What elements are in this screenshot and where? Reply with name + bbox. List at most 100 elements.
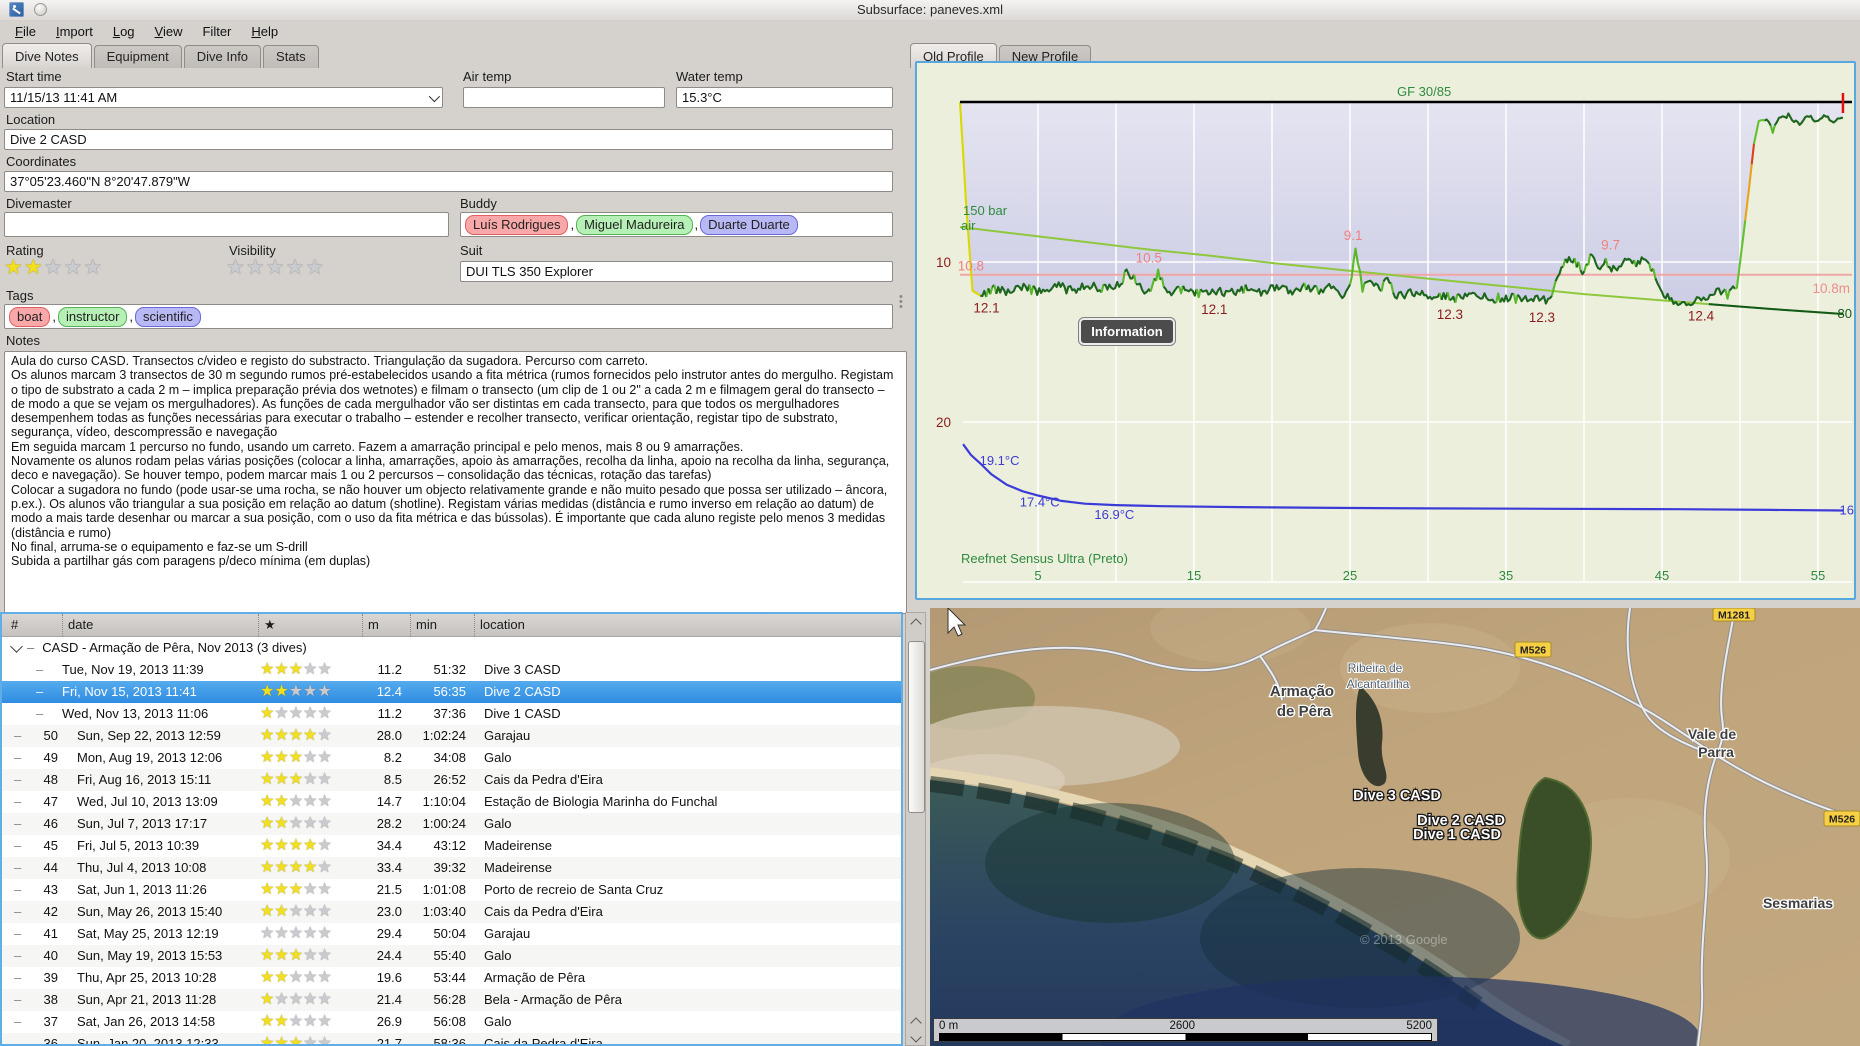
dive-site-map[interactable]: M526 M1281 M526 Armação de Pêra Vale de … (930, 608, 1860, 1046)
pill-boat: boat (9, 306, 51, 327)
depth-annotation: 10.8 (958, 258, 984, 273)
menu-file[interactable]: File (5, 21, 46, 42)
col-rating[interactable]: ★ (258, 614, 362, 636)
dive-list-scrollbar[interactable] (905, 612, 926, 1046)
window-menu-icon[interactable] (34, 3, 47, 16)
road-shield-m526: M526 (1514, 641, 1552, 658)
rating-stars[interactable]: ★ ★ ★ ★ ★ (4, 257, 103, 279)
window-title: Subsurface: paneves.xml (857, 2, 1003, 17)
divemaster-input[interactable] (4, 212, 449, 237)
mouse-cursor (947, 608, 967, 637)
col-date[interactable]: date (62, 614, 258, 636)
title-bar[interactable]: Subsurface: paneves.xml (0, 0, 1860, 20)
scroll-up-icon[interactable] (910, 618, 922, 630)
star-icon: ★ (288, 1013, 304, 1030)
dive-row[interactable]: –36 Sun, Jan 20, 2013 12:33 ★★★★★ 21.7 58:36… (2, 1033, 901, 1044)
time-axis-tick: 35 (1499, 568, 1513, 583)
dive-row[interactable]: – Fri, Nov 15, 2013 11:41 ★★★★★ 12.4 56:35 Di… (2, 681, 901, 703)
dive-row[interactable]: –50 Sun, Sep 22, 2013 12:59 ★★★★★ 28.0 1:02:… (2, 725, 901, 747)
information-button[interactable]: Information (1078, 317, 1176, 346)
dive-row[interactable]: –49 Mon, Aug 19, 2013 12:06 ★★★★★ 8.2 34:08 G… (2, 747, 901, 769)
col-depth[interactable]: m (362, 614, 410, 636)
buddy-label: Buddy (460, 196, 497, 211)
dive-row[interactable]: –47 Wed, Jul 10, 2013 13:09 ★★★★★ 14.7 1:10:… (2, 791, 901, 813)
dive-row[interactable]: –41 Sat, May 25, 2013 12:19 ★★★★★ 29.4 50:04… (2, 923, 901, 945)
scroll-up-icon[interactable] (910, 1017, 922, 1029)
dive-site-label-1[interactable]: Dive 1 CASD (1412, 826, 1502, 845)
chevron-down-icon[interactable] (428, 90, 441, 102)
notes-label: Notes (6, 333, 40, 348)
dive-row[interactable]: –44 Thu, Jul 4, 2013 10:08 ★★★★★ 33.4 39:32 M… (2, 857, 901, 879)
place-label-de-pera: de Pêra (1277, 703, 1332, 720)
dive-row[interactable]: –48 Fri, Aug 16, 2013 15:11 ★★★★★ 8.5 26:52 C… (2, 769, 901, 791)
buddy-field[interactable]: Luís Rodrigues, Miguel Madureira, Duarte D… (460, 212, 893, 237)
visibility-stars[interactable]: ★ ★ ★ ★ ★ (226, 257, 325, 279)
col-duration[interactable]: min (410, 614, 474, 636)
dive-profile-chart[interactable]: GF 30/85 150 bar air 80 10 20 5 15 25 35 45 55 Reefn… (915, 61, 1856, 600)
collapse-arrow-icon[interactable] (10, 639, 23, 653)
star-icon: ★ (274, 771, 289, 788)
water-temp-input[interactable] (676, 87, 893, 108)
tab-dive-notes[interactable]: Dive Notes (2, 43, 92, 68)
menu-import[interactable]: Import (46, 21, 103, 42)
map-scale-bar: 0 m 2600 5200 (933, 1018, 1438, 1042)
dive-row[interactable]: –45 Fri, Jul 5, 2013 10:39 ★★★★★ 34.4 43:12 M… (2, 835, 901, 857)
star-icon: ★ (274, 969, 289, 986)
star-icon: ★ (4, 256, 24, 279)
dive-row[interactable]: –38 Sun, Apr 21, 2013 11:28 ★★★★★ 21.4 56:28… (2, 989, 901, 1011)
tags-field[interactable]: boat, instructor, scientific (4, 304, 893, 329)
start-time-combobox[interactable]: 11/15/13 11:41 AM (4, 87, 443, 108)
star-icon: ★ (260, 771, 275, 788)
col-location[interactable]: location (474, 614, 901, 636)
air-temp-input[interactable] (463, 87, 665, 108)
dive-site-label-3[interactable]: Dive 3 CASD (1352, 787, 1442, 806)
depth-annotation: 12.3 (1437, 307, 1463, 322)
dive-row[interactable]: –37 Sat, Jan 26, 2013 14:58 ★★★★★ 26.9 56:08… (2, 1011, 901, 1033)
suit-input[interactable] (460, 261, 893, 282)
star-icon: ★ (260, 837, 275, 854)
splitter-handle[interactable]: • • • (899, 292, 907, 313)
tab-dive-info[interactable]: Dive Info (183, 45, 262, 68)
menu-filter[interactable]: Filter (192, 21, 241, 42)
star-icon: ★ (288, 771, 304, 788)
dive-row[interactable]: –43 Sat, Jun 1, 2013 11:26 ★★★★★ 21.5 1:01:0… (2, 879, 901, 901)
star-icon: ★ (260, 815, 275, 832)
menu-help[interactable]: Help (241, 21, 288, 42)
dive-row[interactable]: –46 Sun, Jul 7, 2013 17:17 ★★★★★ 28.2 1:00:2… (2, 813, 901, 835)
dive-row[interactable]: – Wed, Nov 13, 2013 11:06 ★★★★★ 11.2 37:36 Di… (2, 703, 901, 725)
star-icon: ★ (274, 683, 289, 700)
menu-log[interactable]: Log (103, 21, 145, 42)
star-icon: ★ (305, 256, 326, 279)
temperature-label: 19.1°C (980, 453, 1020, 468)
gradient-factor-label: GF 30/85 (1397, 84, 1451, 99)
depth-annotation: 12.1 (973, 301, 999, 316)
dive-row[interactable]: –40 Sun, May 19, 2013 15:53 ★★★★★ 24.4 55:40… (2, 945, 901, 967)
star-icon: ★ (260, 925, 275, 942)
dive-row[interactable]: – Tue, Nov 19, 2013 11:39 ★★★★★ 11.2 51:32 Di… (2, 659, 901, 681)
depth-axis-tick: 10 (936, 255, 951, 270)
depth-annotation: 10.5 (1136, 250, 1162, 265)
star-icon: ★ (317, 771, 332, 788)
depth-annotation: 12.3 (1529, 310, 1555, 325)
scroll-down-icon[interactable] (910, 1031, 922, 1043)
notes-textarea[interactable]: Aula do curso CASD. Transectos c/video e… (4, 351, 907, 614)
star-icon: ★ (303, 683, 318, 700)
dive-row[interactable]: –42 Sun, May 26, 2013 15:40 ★★★★★ 23.0 1:03:… (2, 901, 901, 923)
trip-row[interactable]: – CASD - Armação de Pêra, Nov 2013 (3 di… (2, 637, 901, 659)
location-input[interactable] (4, 129, 893, 150)
tab-stats[interactable]: Stats (263, 45, 319, 68)
pill-instructor: instructor (57, 306, 128, 327)
pill-miguel-madureira: Miguel Madureira (576, 214, 693, 235)
coordinates-input[interactable] (4, 171, 893, 192)
tab-equipment[interactable]: Equipment (93, 45, 182, 68)
star-icon: ★ (303, 903, 318, 920)
divemaster-label: Divemaster (6, 196, 72, 211)
scrollbar-thumb[interactable] (908, 641, 925, 813)
star-icon: ★ (288, 881, 304, 898)
col-number[interactable]: # (2, 614, 62, 636)
star-icon: ★ (260, 1013, 275, 1030)
dive-list-header[interactable]: # date ★ m min location (2, 614, 901, 637)
dive-row[interactable]: –39 Thu, Apr 25, 2013 10:28 ★★★★★ 19.6 53:44… (2, 967, 901, 989)
menu-view[interactable]: View (145, 21, 193, 42)
star-icon: ★ (43, 256, 64, 279)
